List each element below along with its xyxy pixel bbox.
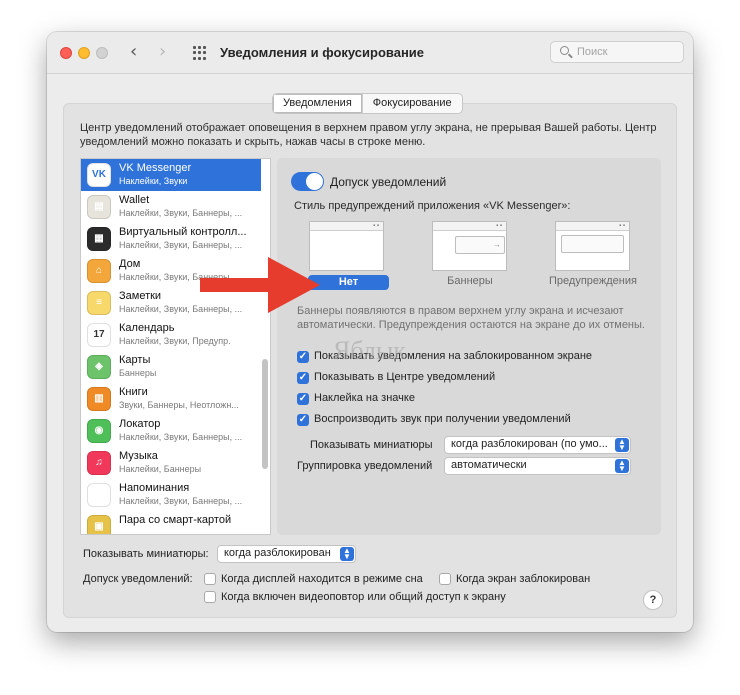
app-name: Локатор bbox=[119, 418, 161, 430]
allow-notifications-label: Допуск уведомлений bbox=[330, 175, 447, 189]
window-title: Уведомления и фокусирование bbox=[220, 45, 425, 60]
app-previews-label: Показывать миниатюры bbox=[310, 439, 433, 451]
chevron-updown-icon: ▲ ▼ bbox=[615, 459, 629, 473]
sound-label: Воспроизводить звук при получении уведом… bbox=[314, 413, 571, 425]
app-name: Напоминания bbox=[119, 482, 190, 494]
chevron-updown-icon: ▲ ▼ bbox=[615, 438, 629, 452]
chevron-updown-icon: ▲ ▼ bbox=[340, 547, 354, 561]
app-notification-summary: Наклейки, Звуки bbox=[119, 176, 188, 186]
app-row[interactable]: ◈ Карты Баннеры bbox=[81, 351, 261, 383]
tab-notifications[interactable]: Уведомления bbox=[273, 94, 362, 113]
screen-locked-label: Когда экран заблокирован bbox=[456, 573, 591, 585]
style-banners-button[interactable]: Баннеры bbox=[437, 275, 503, 287]
back-chevron-icon[interactable]: ‹ bbox=[130, 43, 137, 61]
app-name: Wallet bbox=[119, 194, 150, 206]
app-name: Виртуальный контролл... bbox=[119, 226, 247, 238]
allow-notifications-toggle[interactable] bbox=[291, 172, 324, 191]
app-notification-summary: Наклейки, Звуки, Баннеры, ... bbox=[119, 208, 243, 218]
search-placeholder: Поиск bbox=[577, 46, 608, 58]
reminders-icon: ☰ bbox=[87, 483, 111, 507]
app-name: VK Messenger bbox=[119, 162, 192, 174]
app-name: Музыка bbox=[119, 450, 158, 462]
app-list[interactable]: ▣ Пара со смарт-картой ☰ Напоминания Наклейк… bbox=[80, 158, 271, 535]
notification-center-checkbox[interactable]: ✓ bbox=[297, 372, 309, 384]
app-name: Календарь bbox=[119, 322, 175, 334]
display-sleep-label: Когда дисплей находится в режиме сна bbox=[221, 573, 423, 585]
app-previews-select[interactable]: когда разблокирован (по умо... ▲ ▼ bbox=[444, 436, 631, 454]
mirroring-label: Когда включен видеоповтор или общий дост… bbox=[221, 591, 506, 603]
search-icon bbox=[560, 46, 569, 55]
sound-checkbox[interactable]: ✓ bbox=[297, 414, 309, 426]
app-name: Карты bbox=[119, 354, 151, 366]
forward-chevron-icon[interactable]: › bbox=[159, 43, 166, 61]
badge-checkbox[interactable]: ✓ bbox=[297, 393, 309, 405]
global-previews-value: когда разблокирован bbox=[224, 547, 331, 559]
preferences-window: ‹ › Уведомления и фокусирование Поиск Ув… bbox=[47, 32, 693, 632]
find-my-icon: ◉ bbox=[87, 419, 111, 443]
global-previews-label: Показывать миниатюры: bbox=[83, 548, 209, 560]
app-row[interactable]: ☰ Напоминания Наклейки, Звуки, Баннеры, ..… bbox=[81, 479, 261, 511]
tab-focus[interactable]: Фокусирование bbox=[361, 94, 462, 113]
app-previews-value: когда разблокирован (по умо... bbox=[451, 438, 608, 450]
app-notification-summary: Наклейки, Баннеры bbox=[119, 464, 202, 474]
help-button[interactable]: ? bbox=[643, 590, 663, 610]
app-notification-summary: Наклейки, Звуки, Баннеры, ... bbox=[119, 240, 243, 250]
screen-locked-checkbox[interactable] bbox=[439, 573, 451, 585]
app-notification-summary: Баннеры bbox=[119, 368, 157, 378]
notes-icon: ≡ bbox=[87, 291, 111, 315]
watermark: Яблык bbox=[333, 336, 406, 365]
badge-label: Наклейка на значке bbox=[314, 392, 415, 404]
close-button[interactable] bbox=[60, 47, 72, 59]
style-none-button[interactable]: Нет bbox=[308, 275, 389, 290]
show-all-grid-icon[interactable] bbox=[193, 46, 207, 60]
notification-center-description: Центр уведомлений отображает оповещения … bbox=[80, 122, 657, 148]
title-bar: ‹ › Уведомления и фокусирование Поиск bbox=[47, 32, 693, 74]
wallet-icon: ▤ bbox=[87, 195, 111, 219]
app-name: Пара со смарт-картой bbox=[119, 514, 232, 526]
grouping-value: автоматически bbox=[451, 459, 527, 471]
app-row[interactable]: ◉ Локатор Наклейки, Звуки, Баннеры, ... bbox=[81, 415, 261, 447]
app-list-scrollbar[interactable] bbox=[262, 359, 268, 469]
app-row[interactable]: ▣ Пара со смарт-картой bbox=[81, 511, 261, 534]
notification-center-label: Показывать в Центре уведомлений bbox=[314, 371, 496, 383]
smart-card-icon: ▣ bbox=[87, 515, 111, 534]
zoom-button[interactable] bbox=[96, 47, 108, 59]
app-row[interactable]: ▦ Виртуальный контролл... Наклейки, Звуки,… bbox=[81, 223, 261, 255]
game-controller-icon: ▦ bbox=[87, 227, 111, 251]
minimize-button[interactable] bbox=[78, 47, 90, 59]
app-row[interactable]: VK VK Messenger Наклейки, Звуки bbox=[81, 159, 261, 191]
mirroring-checkbox[interactable] bbox=[204, 591, 216, 603]
calendar-icon: 17 bbox=[87, 323, 111, 347]
app-notification-summary: Звуки, Баннеры, Неотложн... bbox=[119, 400, 239, 410]
search-field[interactable]: Поиск bbox=[550, 41, 684, 63]
red-arrow-annotation bbox=[200, 257, 320, 313]
alert-style-label: Стиль предупреждений приложения «VK Mess… bbox=[294, 200, 571, 212]
app-row[interactable]: ▥ Книги Звуки, Баннеры, Неотложн... bbox=[81, 383, 261, 415]
home-icon: ⌂ bbox=[87, 259, 111, 283]
global-previews-select[interactable]: когда разблокирован ▲ ▼ bbox=[217, 545, 356, 563]
grouping-label: Группировка уведомлений bbox=[297, 460, 433, 472]
app-row[interactable]: 17 Календарь Наклейки, Звуки, Предупр. bbox=[81, 319, 261, 351]
style-alerts-button[interactable]: Предупреждения bbox=[543, 275, 643, 287]
toggle-knob bbox=[306, 173, 323, 190]
app-row[interactable]: ♫ Музыка Наклейки, Баннеры bbox=[81, 447, 261, 479]
lock-screen-checkbox[interactable]: ✓ bbox=[297, 351, 309, 363]
app-notification-summary: Наклейки, Звуки, Баннеры, ... bbox=[119, 432, 243, 442]
app-name: Книги bbox=[119, 386, 148, 398]
display-sleep-checkbox[interactable] bbox=[204, 573, 216, 585]
segmented-tabs: Уведомления Фокусирование bbox=[272, 93, 463, 114]
maps-icon: ◈ bbox=[87, 355, 111, 379]
books-icon: ▥ bbox=[87, 387, 111, 411]
alert-style-description: Баннеры появляются в правом верхнем углу… bbox=[297, 305, 645, 331]
grouping-select[interactable]: автоматически ▲ ▼ bbox=[444, 457, 631, 475]
style-alerts-preview[interactable]: ▪ ▪ bbox=[555, 221, 630, 271]
vk-icon: VK bbox=[87, 163, 111, 187]
app-notification-summary: Наклейки, Звуки, Предупр. bbox=[119, 336, 231, 346]
music-icon: ♫ bbox=[87, 451, 111, 475]
app-row[interactable]: ▤ Wallet Наклейки, Звуки, Баннеры, ... bbox=[81, 191, 261, 223]
global-allow-label: Допуск уведомлений: bbox=[83, 573, 193, 585]
app-notification-summary: Наклейки, Звуки, Баннеры, ... bbox=[119, 496, 243, 506]
style-none-preview[interactable]: ▪ ▪ bbox=[309, 221, 384, 271]
style-banners-preview[interactable]: ▪ ▪ → bbox=[432, 221, 507, 271]
